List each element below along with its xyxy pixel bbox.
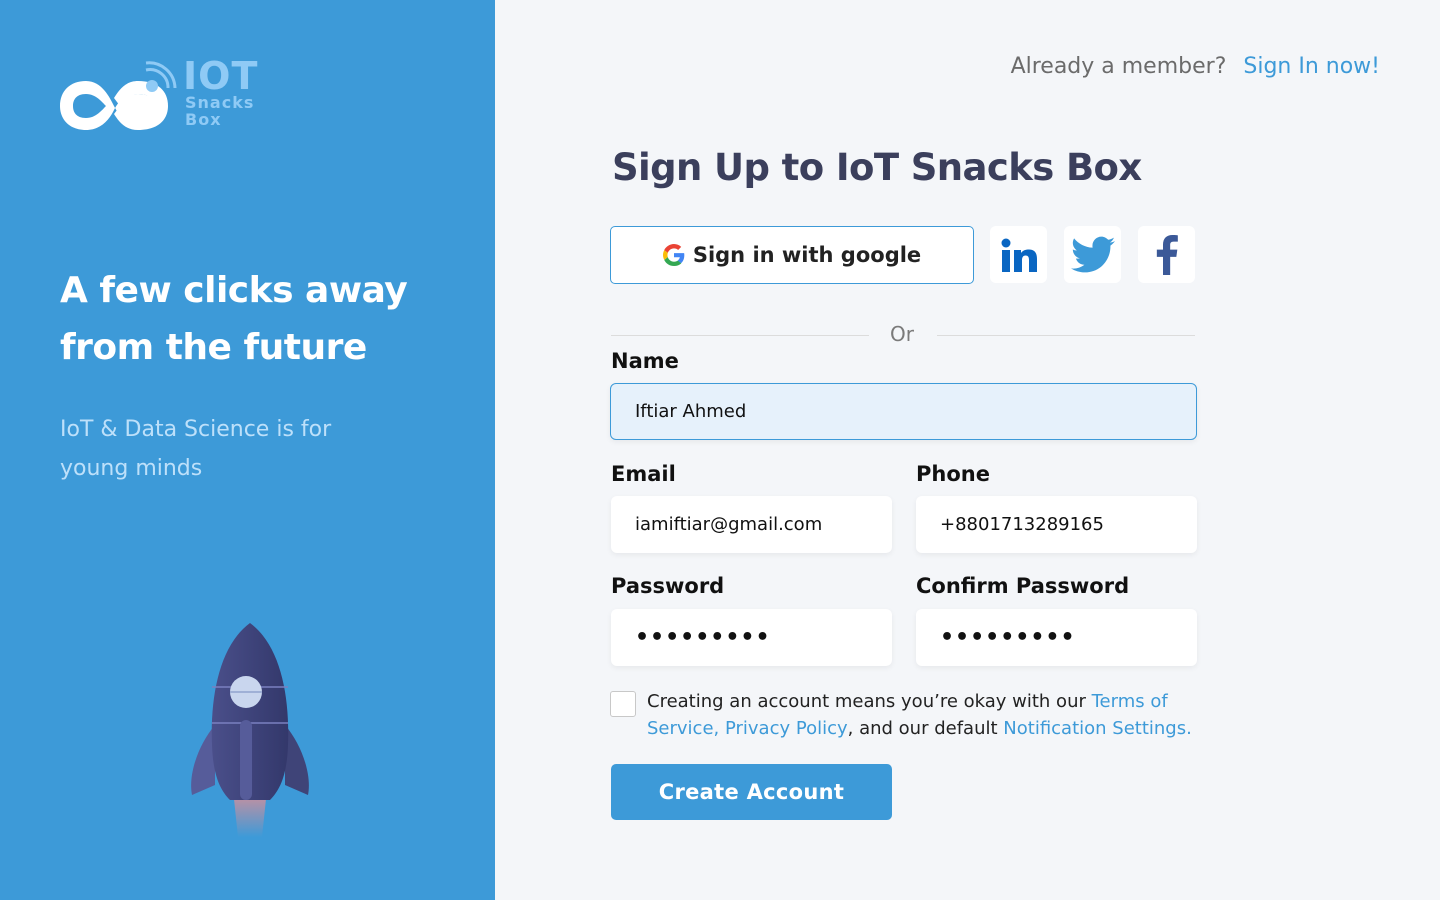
email-input[interactable]: iamiftiar@gmail.com <box>611 496 892 553</box>
tagline: IoT & Data Science is for young minds <box>60 417 332 481</box>
twitter-icon <box>1070 236 1115 272</box>
terms-middle: , and our default <box>847 718 1004 739</box>
signin-link[interactable]: Sign In now! <box>1243 54 1380 79</box>
email-label: Email <box>611 462 676 486</box>
phone-label: Phone <box>916 462 990 486</box>
logo: IOT Snacks Box <box>58 54 268 134</box>
terms-text: Creating an account means you’re okay wi… <box>647 688 1207 742</box>
linkedin-button[interactable] <box>990 226 1047 283</box>
hero-heading: A few clicks away from the future <box>60 262 440 376</box>
terms-checkbox[interactable] <box>610 691 636 717</box>
create-account-button[interactable]: Create Account <box>611 764 892 820</box>
member-prompt: Already a member? <box>1010 54 1227 79</box>
google-button-label: Sign in with google <box>692 243 922 267</box>
name-label: Name <box>611 349 679 373</box>
page-title: Sign Up to IoT Snacks Box <box>612 146 1142 189</box>
rocket-icon <box>191 623 309 837</box>
logo-snacks-text: Snacks <box>185 93 255 112</box>
hero-line-2: from the future <box>60 327 367 368</box>
notification-settings-link[interactable]: Notification Settings. <box>1003 718 1192 739</box>
divider-text: Or <box>890 322 914 346</box>
google-signin-button[interactable]: Sign in with google <box>610 226 974 284</box>
hero-line-1: A few clicks away <box>60 270 408 311</box>
logo-box-text: Box <box>185 110 222 129</box>
phone-input[interactable]: +8801713289165 <box>916 496 1197 553</box>
brand-panel: IOT Snacks Box A few clicks away from th… <box>0 0 495 900</box>
password-label: Password <box>611 574 725 598</box>
linkedin-icon <box>1001 238 1037 272</box>
confirm-password-label: Confirm Password <box>916 574 1130 598</box>
facebook-button[interactable] <box>1138 226 1195 283</box>
facebook-icon <box>1156 234 1178 275</box>
infinity-logo-icon <box>60 61 177 130</box>
google-icon <box>662 244 685 266</box>
terms-prefix: Creating an account means you’re okay wi… <box>647 691 1092 712</box>
divider-right <box>937 335 1195 336</box>
logo-iot-text: IOT <box>183 54 259 98</box>
name-input[interactable]: Iftiar Ahmed <box>610 383 1197 440</box>
member-prompt-row: Already a member? Sign In now! <box>1011 54 1380 79</box>
divider-left <box>611 335 869 336</box>
password-input[interactable]: ••••••••• <box>611 609 892 666</box>
twitter-button[interactable] <box>1064 226 1121 283</box>
confirm-password-input[interactable]: ••••••••• <box>916 609 1197 666</box>
